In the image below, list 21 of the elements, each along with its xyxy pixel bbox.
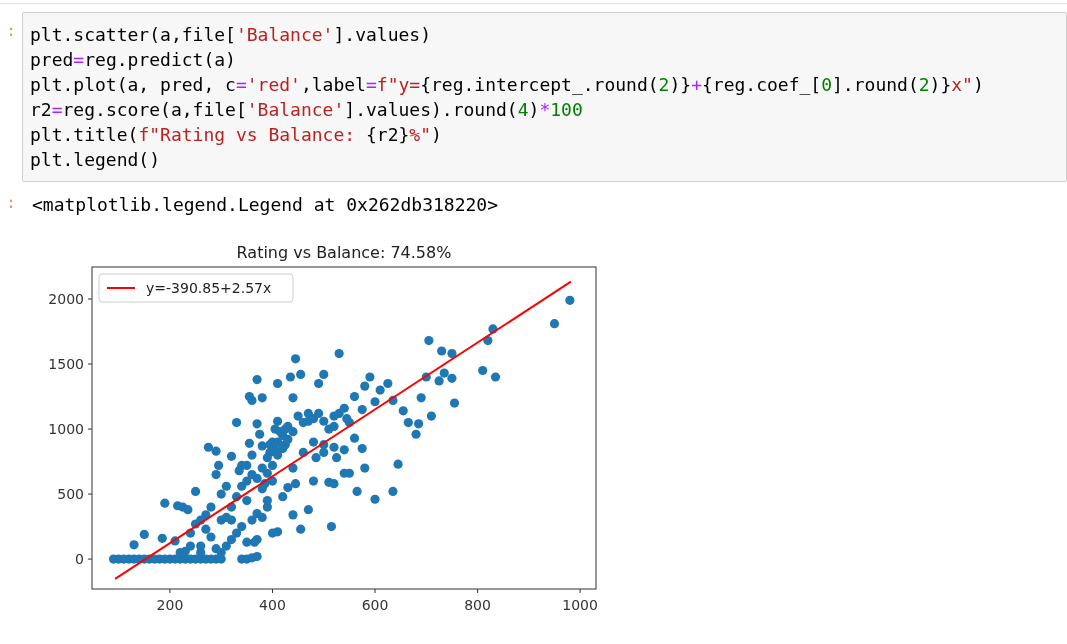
output-text: <matplotlib.legend.Legend at 0x262db318220> xyxy=(31,193,498,217)
output-prompt: : xyxy=(5,192,17,212)
code-line: plt.title(f"Rating vs Balance: {r2}%") xyxy=(30,123,443,147)
x-tick-label: 1000 xyxy=(562,597,598,613)
x-tick-label: 800 xyxy=(464,597,491,613)
code-line: pred=reg.predict(a) xyxy=(30,48,237,72)
x-tick-label: 400 xyxy=(259,597,286,613)
x-tick-label: 600 xyxy=(361,597,389,613)
code-line: r2=reg.score(a,file['Balance'].values).round(4)*100 xyxy=(30,98,584,122)
y-tick-label: 2000 xyxy=(48,291,84,307)
x-tick-label: 200 xyxy=(156,597,184,613)
input-prompt: : xyxy=(5,20,17,40)
legend-label: y=-390.85+2.57x xyxy=(146,280,272,296)
code-line: plt.legend() xyxy=(30,148,162,172)
code-line: plt.scatter(a,file['Balance'].values) xyxy=(30,23,432,47)
y-tick-label: 500 xyxy=(57,486,84,503)
y-tick-label: 1000 xyxy=(48,421,84,438)
chart-title: Rating vs Balance: 74.58% xyxy=(236,243,452,262)
y-tick-label: 1500 xyxy=(48,356,84,372)
y-tick-label: 0 xyxy=(75,551,84,568)
code-line: plt.plot(a, pred, c='red',label=f"y={reg.intercept_.round(2)}+{reg.coef_[0].round(2)}x") xyxy=(30,73,985,97)
